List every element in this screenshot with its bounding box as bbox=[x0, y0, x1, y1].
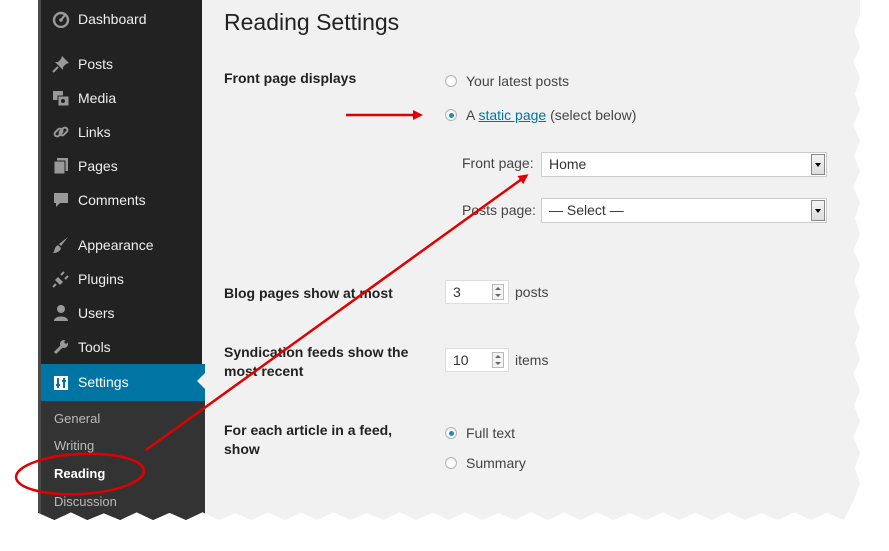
front-page-select-label: Front page: bbox=[462, 155, 534, 171]
menu-item-media[interactable]: Media bbox=[41, 81, 205, 115]
syndication-stepper[interactable]: 10 bbox=[445, 348, 509, 372]
chevron-down-icon[interactable] bbox=[811, 154, 825, 175]
radio-latest-posts[interactable]: Your latest posts bbox=[445, 71, 569, 91]
spinner-arrows-icon[interactable] bbox=[492, 284, 504, 300]
radio-full-text[interactable]: Full text bbox=[445, 423, 515, 443]
posts-page-select[interactable]: — Select — bbox=[541, 198, 827, 223]
menu-label: Appearance bbox=[78, 237, 154, 253]
media-icon bbox=[53, 91, 70, 107]
menu-item-tools[interactable]: Tools bbox=[41, 330, 205, 364]
menu-item-settings[interactable]: Settings bbox=[41, 364, 205, 401]
radio-button[interactable] bbox=[445, 109, 457, 121]
radio-label-suffix: (select below) bbox=[550, 107, 637, 123]
menu-item-posts[interactable]: Posts bbox=[41, 47, 205, 81]
menu-label: Users bbox=[78, 305, 115, 321]
select-value: Home bbox=[549, 156, 587, 172]
radio-label-prefix: A bbox=[466, 107, 475, 123]
spinner-arrows-icon[interactable] bbox=[492, 352, 504, 368]
stepper-value: 10 bbox=[453, 352, 469, 368]
pages-icon bbox=[53, 158, 68, 175]
menu-item-links[interactable]: Links bbox=[41, 115, 205, 149]
wrench-icon bbox=[53, 340, 68, 355]
submenu-general[interactable]: General bbox=[54, 411, 100, 426]
blog-pages-label: Blog pages show at most bbox=[224, 285, 393, 301]
settings-content: Reading Settings Front page displays You… bbox=[202, 0, 860, 520]
menu-item-plugins[interactable]: Plugins bbox=[41, 262, 205, 296]
submenu-discussion[interactable]: Discussion bbox=[54, 494, 117, 509]
menu-label: Media bbox=[78, 90, 117, 106]
menu-label: Tools bbox=[78, 339, 111, 355]
posts-page-select-label: Posts page: bbox=[462, 202, 536, 218]
feed-article-label: For each article in a feed, show bbox=[224, 422, 393, 457]
plug-icon bbox=[52, 271, 69, 288]
radio-button[interactable] bbox=[445, 427, 457, 439]
menu-item-appearance[interactable]: Appearance bbox=[41, 228, 205, 262]
menu-item-users[interactable]: Users bbox=[41, 296, 205, 330]
syndication-label: Syndication feeds show the most recent bbox=[224, 344, 409, 379]
comment-icon bbox=[54, 193, 68, 207]
submenu-writing[interactable]: Writing bbox=[54, 438, 94, 453]
menu-label: Posts bbox=[78, 56, 114, 72]
stepper-value: 3 bbox=[453, 284, 461, 300]
settings-submenu: General Writing Reading Discussion bbox=[41, 401, 205, 520]
chevron-down-icon[interactable] bbox=[811, 200, 825, 221]
menu-label: Dashboard bbox=[78, 11, 147, 27]
screenshot-frame: Dashboard Posts Media Links Pages Commen… bbox=[38, 0, 860, 520]
menu-label: Plugins bbox=[78, 271, 124, 287]
front-page-select[interactable]: Home bbox=[541, 152, 827, 177]
radio-label: Summary bbox=[466, 455, 526, 471]
user-icon bbox=[54, 305, 68, 321]
radio-label: Full text bbox=[466, 425, 516, 441]
link-icon bbox=[53, 126, 69, 138]
menu-label: Links bbox=[78, 124, 111, 140]
page-title: Reading Settings bbox=[224, 9, 400, 35]
select-value: — Select — bbox=[549, 202, 624, 218]
syndication-suffix: items bbox=[515, 352, 549, 368]
menu-label: Comments bbox=[78, 192, 146, 208]
menu-item-pages[interactable]: Pages bbox=[41, 149, 205, 183]
menu-item-comments[interactable]: Comments bbox=[41, 183, 205, 217]
settings-icon bbox=[54, 376, 68, 390]
blog-pages-suffix: posts bbox=[515, 284, 549, 300]
menu-label: Settings bbox=[78, 374, 129, 390]
blog-pages-stepper[interactable]: 3 bbox=[445, 280, 509, 304]
admin-sidebar: Dashboard Posts Media Links Pages Commen… bbox=[38, 0, 205, 520]
submenu-reading[interactable]: Reading bbox=[54, 466, 105, 481]
radio-static-page[interactable]: A static page (select below) bbox=[445, 105, 636, 125]
static-page-link[interactable]: static page bbox=[478, 107, 546, 123]
menu-item-dashboard[interactable]: Dashboard bbox=[41, 2, 205, 36]
front-page-label: Front page displays bbox=[224, 70, 357, 86]
radio-summary[interactable]: Summary bbox=[445, 453, 526, 473]
radio-button[interactable] bbox=[445, 75, 457, 87]
brush-icon bbox=[53, 237, 68, 253]
radio-label: Your latest posts bbox=[466, 73, 569, 89]
dashboard-icon bbox=[52, 11, 70, 28]
pin-icon bbox=[52, 56, 69, 73]
menu-label: Pages bbox=[78, 158, 118, 174]
radio-button[interactable] bbox=[445, 457, 457, 469]
